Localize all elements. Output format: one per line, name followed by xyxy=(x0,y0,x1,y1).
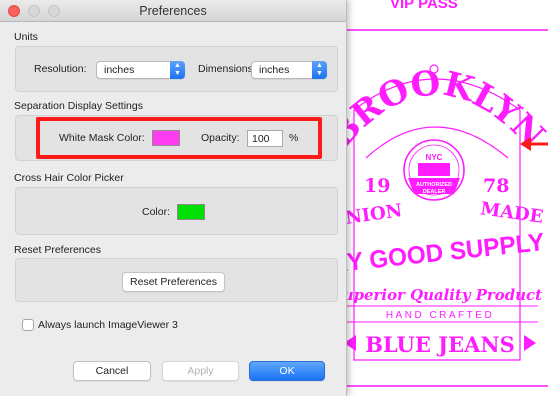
always-launch-label: Always launch ImageViewer 3 xyxy=(38,319,178,331)
resolution-select[interactable]: inches ▲ ▼ xyxy=(96,61,185,79)
reset-section-title: Reset Preferences xyxy=(14,244,101,256)
preferences-window: Preferences Units Resolution: inches ▲ ▼ … xyxy=(0,0,347,396)
highlight-annotation-box xyxy=(36,117,322,159)
brand-text: BROOKLYN xyxy=(330,63,548,156)
separation-section-title: Separation Display Settings xyxy=(14,100,143,112)
badge-bottom-text-2: DEALER xyxy=(423,189,446,195)
badge-bottom-text-1: AUTHORIZED xyxy=(416,182,452,188)
crosshair-group: Color: xyxy=(15,187,338,235)
crosshair-section-title: Cross Hair Color Picker xyxy=(14,172,124,184)
stepper-arrows-icon: ▲ ▼ xyxy=(312,61,327,79)
reset-preferences-button[interactable]: Reset Preferences xyxy=(122,272,225,292)
ok-button[interactable]: OK xyxy=(249,361,325,381)
always-launch-checkbox[interactable] xyxy=(22,319,34,331)
dimensions-value: inches xyxy=(259,64,290,76)
resolution-value: inches xyxy=(104,64,135,76)
dimensions-select[interactable]: inches ▲ ▼ xyxy=(251,61,327,79)
quality-text: Superior Quality Product xyxy=(332,287,542,304)
year-right-text: 78 xyxy=(483,175,509,197)
sewing-machine-icon xyxy=(418,163,450,176)
units-group: Resolution: inches ▲ ▼ Dimensions: inches… xyxy=(15,46,338,92)
reset-group: Reset Preferences xyxy=(15,258,338,302)
hand-crafted-text: HAND CRAFTED xyxy=(386,310,494,321)
resolution-label: Resolution: xyxy=(34,63,87,75)
blue-jeans-text: BLUE JEANS xyxy=(365,332,515,357)
title-bar[interactable]: Preferences xyxy=(0,0,346,22)
background-artwork: VIP PASS BROOKLYN NYC AUTHORIZED DEALER … xyxy=(330,0,548,396)
dimensions-label: Dimensions: xyxy=(198,63,256,75)
units-section-title: Units xyxy=(14,31,38,43)
artwork-canvas: VIP PASS BROOKLYN NYC AUTHORIZED DEALER … xyxy=(330,0,548,387)
stepper-arrows-icon: ▲ ▼ xyxy=(170,61,185,79)
made-text: MADE xyxy=(479,198,545,228)
right-chevron-icon xyxy=(524,335,536,351)
crosshair-color-swatch[interactable] xyxy=(177,204,205,220)
artwork-header-text: VIP PASS xyxy=(390,0,458,12)
apply-button[interactable]: Apply xyxy=(162,361,239,381)
supply-text: RY GOOD SUPPLY xyxy=(330,228,546,278)
crosshair-color-label: Color: xyxy=(142,206,171,218)
red-arrow-icon xyxy=(520,137,548,151)
badge-top-text: NYC xyxy=(426,153,443,162)
cancel-button[interactable]: Cancel xyxy=(73,361,151,381)
window-title: Preferences xyxy=(139,4,207,18)
year-left-text: 19 xyxy=(364,175,390,197)
